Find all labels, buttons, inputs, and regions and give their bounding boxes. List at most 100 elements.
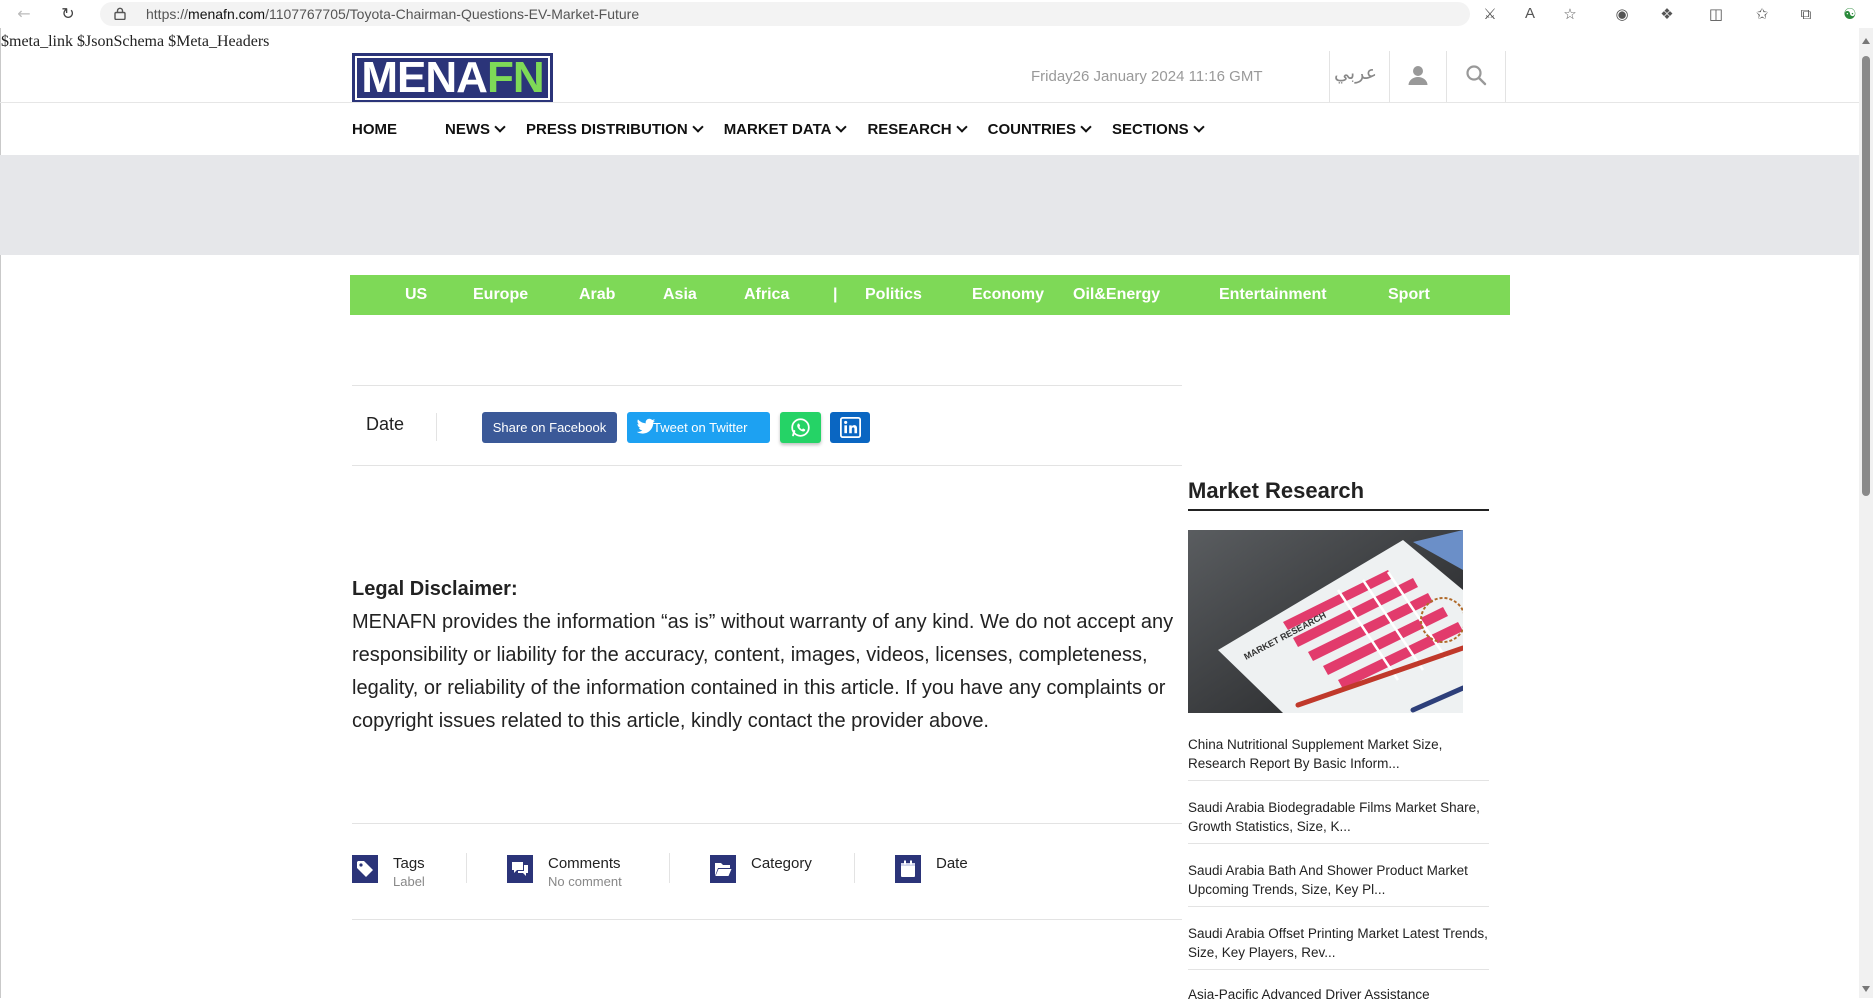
category-oil-energy[interactable]: Oil&Energy	[1073, 275, 1160, 315]
chevron-down-icon	[692, 121, 704, 133]
legal-disclaimer-text: MENAFN provides the information “as is” …	[352, 611, 1174, 732]
back-icon[interactable]: ←	[14, 4, 34, 24]
logo-text-fn: FN	[486, 53, 545, 102]
category-separator: |	[833, 286, 838, 303]
tweet-twitter-label: Tweet on Twitter	[653, 420, 748, 435]
category-arab[interactable]: Arab	[579, 275, 615, 315]
article-date-label: Date	[366, 414, 405, 434]
header-date: Friday26 January 2024 11:16 GMT	[1031, 68, 1263, 85]
share-row-divider	[352, 385, 1182, 386]
nav-sections[interactable]: SECTIONS	[1112, 118, 1205, 140]
category-economy[interactable]: Economy	[972, 275, 1044, 315]
favorite-star-icon[interactable]: ☆	[1560, 4, 1580, 24]
whatsapp-icon	[791, 418, 810, 437]
category-europe[interactable]: Europe	[473, 275, 528, 315]
legal-disclaimer-title: Legal Disclaimer:	[352, 578, 518, 600]
chevron-down-icon	[835, 121, 848, 133]
read-aloud-icon[interactable]: A	[1520, 4, 1540, 24]
tags-value: Label	[393, 874, 425, 889]
translate-icon[interactable]: ⚔	[1480, 4, 1500, 24]
split-screen-icon[interactable]: ◫	[1706, 4, 1726, 24]
market-research-title: Market Research	[1188, 478, 1365, 503]
nav-news[interactable]: NEWS	[445, 118, 506, 140]
market-research-item[interactable]: Asia-Pacific Advanced Driver Assistance	[1188, 985, 1489, 1004]
nav-research[interactable]: RESEARCH	[867, 118, 968, 140]
header-divider	[1329, 51, 1330, 103]
category-label: Category	[751, 855, 812, 872]
address-bar[interactable]: https://menafn.com/1107767705/Toyota-Cha…	[100, 2, 1470, 26]
header-divider	[1505, 51, 1506, 103]
search-icon[interactable]	[1465, 64, 1487, 86]
arabic-language-link[interactable]: عربي	[1334, 62, 1377, 84]
lock-icon	[114, 7, 126, 20]
url-text: https://menafn.com/1107767705/Toyota-Cha…	[146, 6, 640, 22]
market-research-underline	[1188, 509, 1489, 511]
share-facebook-button[interactable]: Share on Facebook	[482, 412, 617, 443]
linkedin-icon	[840, 417, 861, 438]
meta-placeholder-text: $meta_link $JsonSchema $Meta_Headers	[1, 33, 270, 50]
scrollbar[interactable]	[1859, 28, 1873, 998]
scroll-thumb[interactable]	[1862, 56, 1870, 496]
category-us[interactable]: US	[405, 275, 427, 315]
nav-market-data[interactable]: MARKET DATA	[724, 118, 848, 140]
comments-label: Comments	[548, 855, 621, 872]
tag-icon	[352, 855, 378, 883]
scroll-up-arrow-icon[interactable]	[1862, 38, 1870, 44]
market-research-item[interactable]: Saudi Arabia Biodegradable Films Market …	[1188, 798, 1489, 836]
comments-value: No comment	[548, 874, 622, 889]
folder-icon	[710, 855, 736, 883]
chevron-down-icon	[1193, 121, 1205, 133]
browser-toolbar: ← ↻ https://menafn.com/1107767705/Toyota…	[0, 0, 1873, 28]
menafn-logo[interactable]: MENAFN	[352, 53, 553, 103]
category-politics[interactable]: Politics	[865, 275, 922, 315]
meta-divider	[854, 853, 855, 883]
share-linkedin-button[interactable]	[830, 412, 870, 443]
category-sport[interactable]: Sport	[1388, 275, 1430, 315]
extension-icon[interactable]: ◉	[1612, 4, 1632, 24]
tweet-twitter-button[interactable]: Tweet on Twitter	[627, 412, 770, 443]
market-research-divider	[1188, 843, 1489, 844]
profile-icon[interactable]: ☯	[1840, 4, 1860, 24]
logo-text-mena: MENA	[361, 53, 488, 102]
meta-divider	[669, 853, 670, 883]
nav-home[interactable]: HOME	[352, 118, 397, 140]
user-icon[interactable]	[1407, 64, 1429, 86]
comments-icon	[507, 855, 533, 883]
meta-row-divider	[352, 823, 1182, 824]
tags-label: Tags	[393, 855, 425, 872]
nav-countries[interactable]: COUNTRIES	[988, 118, 1092, 140]
meta-row-divider	[352, 919, 1182, 920]
market-research-image[interactable]: MARKET RESEARCH	[1188, 530, 1463, 713]
market-research-divider	[1188, 906, 1489, 907]
share-row-divider	[352, 465, 1182, 466]
date-label: Date	[936, 855, 968, 872]
collections-icon[interactable]: ⧉	[1796, 4, 1816, 24]
calendar-icon	[895, 855, 921, 883]
market-research-item[interactable]: Saudi Arabia Offset Printing Market Late…	[1188, 924, 1489, 962]
share-whatsapp-button[interactable]	[780, 412, 821, 443]
chevron-down-icon	[494, 121, 506, 133]
market-research-item[interactable]: Saudi Arabia Bath And Shower Product Mar…	[1188, 861, 1489, 899]
meta-divider	[466, 853, 467, 883]
scroll-down-arrow-icon[interactable]	[1862, 986, 1870, 992]
favorites-icon[interactable]: ✩	[1752, 4, 1772, 24]
category-africa[interactable]: Africa	[744, 275, 789, 315]
market-research-item[interactable]: China Nutritional Supplement Market Size…	[1188, 735, 1489, 773]
main-navigation: HOME NEWS PRESS DISTRIBUTION MARKET DATA…	[352, 118, 1225, 140]
chevron-down-icon	[1080, 121, 1092, 133]
nav-press-distribution[interactable]: PRESS DISTRIBUTION	[526, 118, 704, 140]
market-research-divider	[1188, 780, 1489, 781]
header-divider	[1446, 51, 1447, 103]
header-divider-line	[0, 102, 1859, 103]
market-research-divider	[1188, 969, 1489, 970]
category-entertainment[interactable]: Entertainment	[1219, 275, 1327, 315]
twitter-icon	[636, 418, 656, 434]
puzzle-extensions-icon[interactable]: ❖	[1657, 4, 1677, 24]
header-divider	[1389, 51, 1390, 103]
category-asia[interactable]: Asia	[663, 275, 697, 315]
date-divider	[436, 413, 437, 441]
reload-icon[interactable]: ↻	[58, 4, 78, 24]
chevron-down-icon	[955, 121, 968, 133]
category-bar: US Europe Arab Asia Africa | Politics Ec…	[350, 275, 1510, 315]
ad-banner-placeholder	[0, 155, 1859, 255]
